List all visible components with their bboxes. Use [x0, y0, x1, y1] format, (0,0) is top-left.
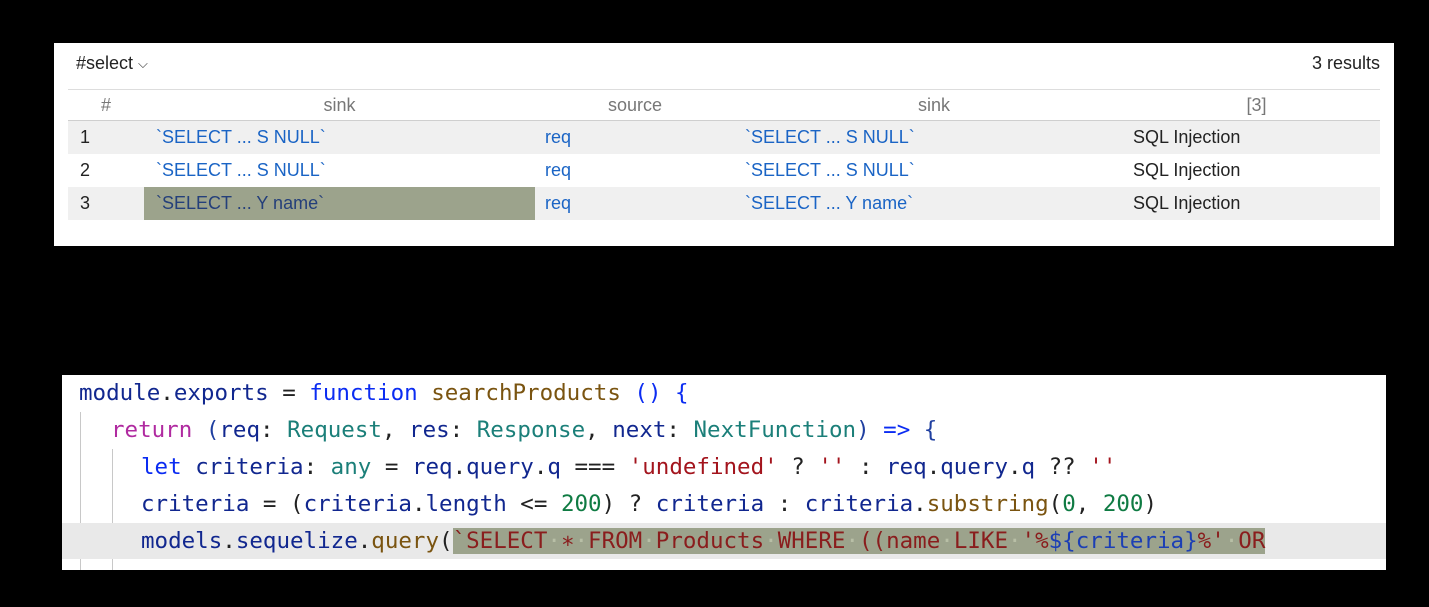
sink-link[interactable]: `SELECT ... S NULL` — [144, 127, 326, 147]
message-cell: SQL Injection — [1133, 187, 1380, 220]
source-link[interactable]: req — [535, 193, 571, 213]
result-count: 3 results — [1311, 53, 1380, 73]
chevron-down-icon: ⌵ — [138, 55, 148, 71]
code-line-4[interactable]: criteria = (criteria.length <= 200) ? cr… — [62, 486, 1386, 522]
sink-link-2[interactable]: `SELECT ... S NULL` — [735, 160, 915, 180]
sink-link[interactable]: `SELECT ... S NULL` — [144, 160, 326, 180]
source-link[interactable]: req — [535, 127, 571, 147]
row-number: 3 — [68, 187, 144, 220]
results-header: #select ⌵ 3 results — [76, 53, 1380, 75]
table-row-selected[interactable]: 3 `SELECT ... Y name` req `SELECT ... Y … — [68, 187, 1380, 220]
column-header-message[interactable]: [3] — [1133, 89, 1380, 121]
selected-cell: `SELECT ... Y name` — [144, 187, 535, 220]
row-number: 2 — [80, 160, 91, 180]
results-table: # sink source sink [3] 1 `SELECT ... S N… — [68, 89, 1380, 220]
sink-link[interactable]: `SELECT ... Y name` — [144, 193, 324, 213]
table-row[interactable]: 1 `SELECT ... S NULL` req `SELECT ... S … — [68, 120, 1380, 154]
code-line-3[interactable]: let criteria: any = req.query.q === 'und… — [62, 449, 1386, 485]
table-header-row: # sink source sink [3] — [68, 89, 1380, 121]
code-line-5-current[interactable]: models.sequelize.query(`SELECT·∗·FROM·Pr… — [62, 523, 1386, 559]
table-row[interactable]: 2 `SELECT ... S NULL` req `SELECT ... S … — [68, 154, 1380, 187]
code-line-1[interactable]: module.exports = function searchProducts… — [62, 375, 1386, 411]
code-editor[interactable]: module.exports = function searchProducts… — [62, 375, 1386, 570]
message-cell: SQL Injection — [1133, 160, 1241, 180]
code-line-2[interactable]: return (req: Request, res: Response, nex… — [62, 412, 1386, 448]
code-line-6-partial — [62, 560, 1386, 570]
column-header-sink[interactable]: sink — [144, 89, 535, 121]
source-link[interactable]: req — [535, 160, 571, 180]
highlighted-sql-string[interactable]: `SELECT·∗·FROM·Products·WHERE·((name·LIK… — [452, 528, 1266, 554]
sink-link-2[interactable]: `SELECT ... S NULL` — [735, 127, 915, 147]
column-header-index[interactable]: # — [68, 89, 144, 121]
query-results-panel: #select ⌵ 3 results # sink source sink [… — [54, 43, 1394, 246]
query-selector[interactable]: #select ⌵ — [76, 53, 148, 74]
row-number: 1 — [68, 120, 144, 154]
column-header-sink-2[interactable]: sink — [735, 89, 1133, 121]
column-header-source[interactable]: source — [535, 89, 735, 121]
sink-link-2[interactable]: `SELECT ... Y name` — [735, 193, 913, 213]
query-name: #select — [76, 53, 134, 73]
message-cell: SQL Injection — [1133, 120, 1380, 154]
